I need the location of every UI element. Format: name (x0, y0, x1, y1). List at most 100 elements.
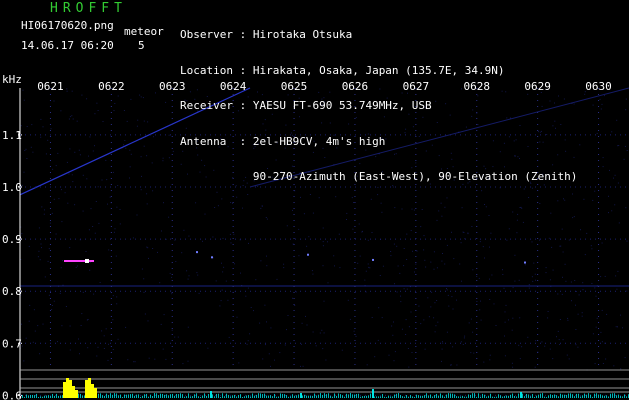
noise-dot (390, 255, 392, 257)
histogram-bar (528, 394, 529, 398)
noise-dot (364, 279, 366, 281)
noise-dot (103, 348, 105, 349)
noise-dot (392, 334, 394, 336)
noise-dot (618, 222, 620, 224)
histogram-bar (166, 394, 167, 398)
noise-dot (504, 311, 506, 313)
noise-dot (349, 318, 351, 320)
histogram-bar (62, 395, 63, 398)
noise-dot (250, 307, 252, 308)
histogram-bar (582, 395, 583, 398)
noise-dot (246, 343, 248, 345)
noise-dot (559, 245, 561, 247)
noise-dot (534, 273, 536, 275)
histogram-bar (292, 394, 293, 398)
noise-dot (453, 258, 455, 260)
noise-dot (406, 259, 408, 260)
noise-dot (418, 305, 420, 307)
noise-dot (163, 202, 164, 204)
noise-dot (188, 275, 190, 277)
histogram-bar (198, 396, 199, 398)
histogram-bar (186, 396, 187, 398)
histogram-bar (448, 393, 449, 398)
noise-dot (69, 325, 71, 327)
noise-dot (140, 189, 142, 191)
noise-dot (518, 344, 520, 346)
histogram-bar (256, 394, 257, 398)
noise-dot (146, 203, 148, 205)
noise-dot (57, 152, 59, 154)
noise-dot (230, 242, 232, 244)
y-tick-label: 1.1 (2, 129, 22, 142)
histogram-bar (470, 394, 471, 398)
noise-dot (489, 354, 491, 356)
histogram-peak (69, 380, 72, 398)
histogram-bar (446, 394, 447, 398)
noise-dot (582, 282, 584, 284)
noise-dot (279, 352, 281, 354)
histogram-peak (94, 388, 97, 398)
noise-dot (556, 336, 557, 338)
noise-dot (113, 110, 115, 111)
histogram-bar (624, 394, 625, 398)
histogram-bar (382, 394, 383, 398)
noise-dot (25, 337, 27, 339)
noise-dot (33, 309, 35, 311)
histogram-bar (140, 396, 141, 398)
histogram-bar (250, 396, 251, 398)
histogram-bar (458, 396, 459, 398)
noise-dot (78, 338, 79, 340)
noise-dot (446, 289, 448, 291)
noise-dot (116, 303, 118, 305)
histogram-bar (524, 396, 525, 398)
histogram-bar (112, 394, 113, 398)
noise-dot (221, 289, 223, 291)
histogram-bar (626, 396, 627, 398)
info-value: 2el-HB9CV, 4m's high (252, 134, 386, 148)
noise-dot (242, 207, 243, 209)
noise-dot (177, 336, 179, 338)
histogram-bar (282, 393, 283, 398)
noise-dot (397, 265, 399, 267)
noise-dot (61, 221, 63, 223)
noise-dot (286, 225, 288, 227)
noise-dot (512, 211, 514, 213)
histogram-bar (510, 394, 511, 398)
noise-dot (511, 329, 513, 331)
noise-dot (32, 151, 34, 153)
noise-dot (396, 291, 398, 293)
histogram-bar (472, 393, 473, 398)
histogram-bar (52, 393, 53, 398)
noise-dot (461, 280, 462, 282)
noise-dot (26, 158, 28, 159)
noise-dot (42, 323, 44, 325)
histogram-bar (386, 396, 387, 398)
noise-dot (511, 362, 513, 364)
noise-dot (561, 228, 563, 230)
noise-dot (584, 254, 586, 256)
noise-dot (584, 93, 586, 95)
noise-dot (59, 292, 61, 294)
noise-dot (394, 207, 396, 209)
noise-dot (174, 336, 176, 338)
histogram-bar (234, 394, 235, 398)
noise-dot (322, 265, 324, 267)
histogram-bar (322, 394, 323, 398)
noise-dot (381, 317, 383, 319)
histogram-bar (396, 393, 397, 398)
histogram-bar (298, 394, 299, 398)
noise-dot (433, 317, 435, 319)
histogram-bar (346, 393, 347, 398)
noise-dot (119, 223, 121, 225)
noise-dot (401, 328, 403, 330)
noise-dot (522, 221, 524, 223)
noise-dot (55, 165, 57, 167)
histogram-peak (63, 382, 66, 398)
noise-dot (411, 208, 413, 210)
noise-dot (93, 293, 95, 295)
noise-dot (51, 309, 53, 310)
noise-dot (222, 237, 224, 239)
histogram-bar (568, 393, 569, 398)
noise-dot (69, 247, 71, 249)
noise-dot (101, 330, 103, 332)
